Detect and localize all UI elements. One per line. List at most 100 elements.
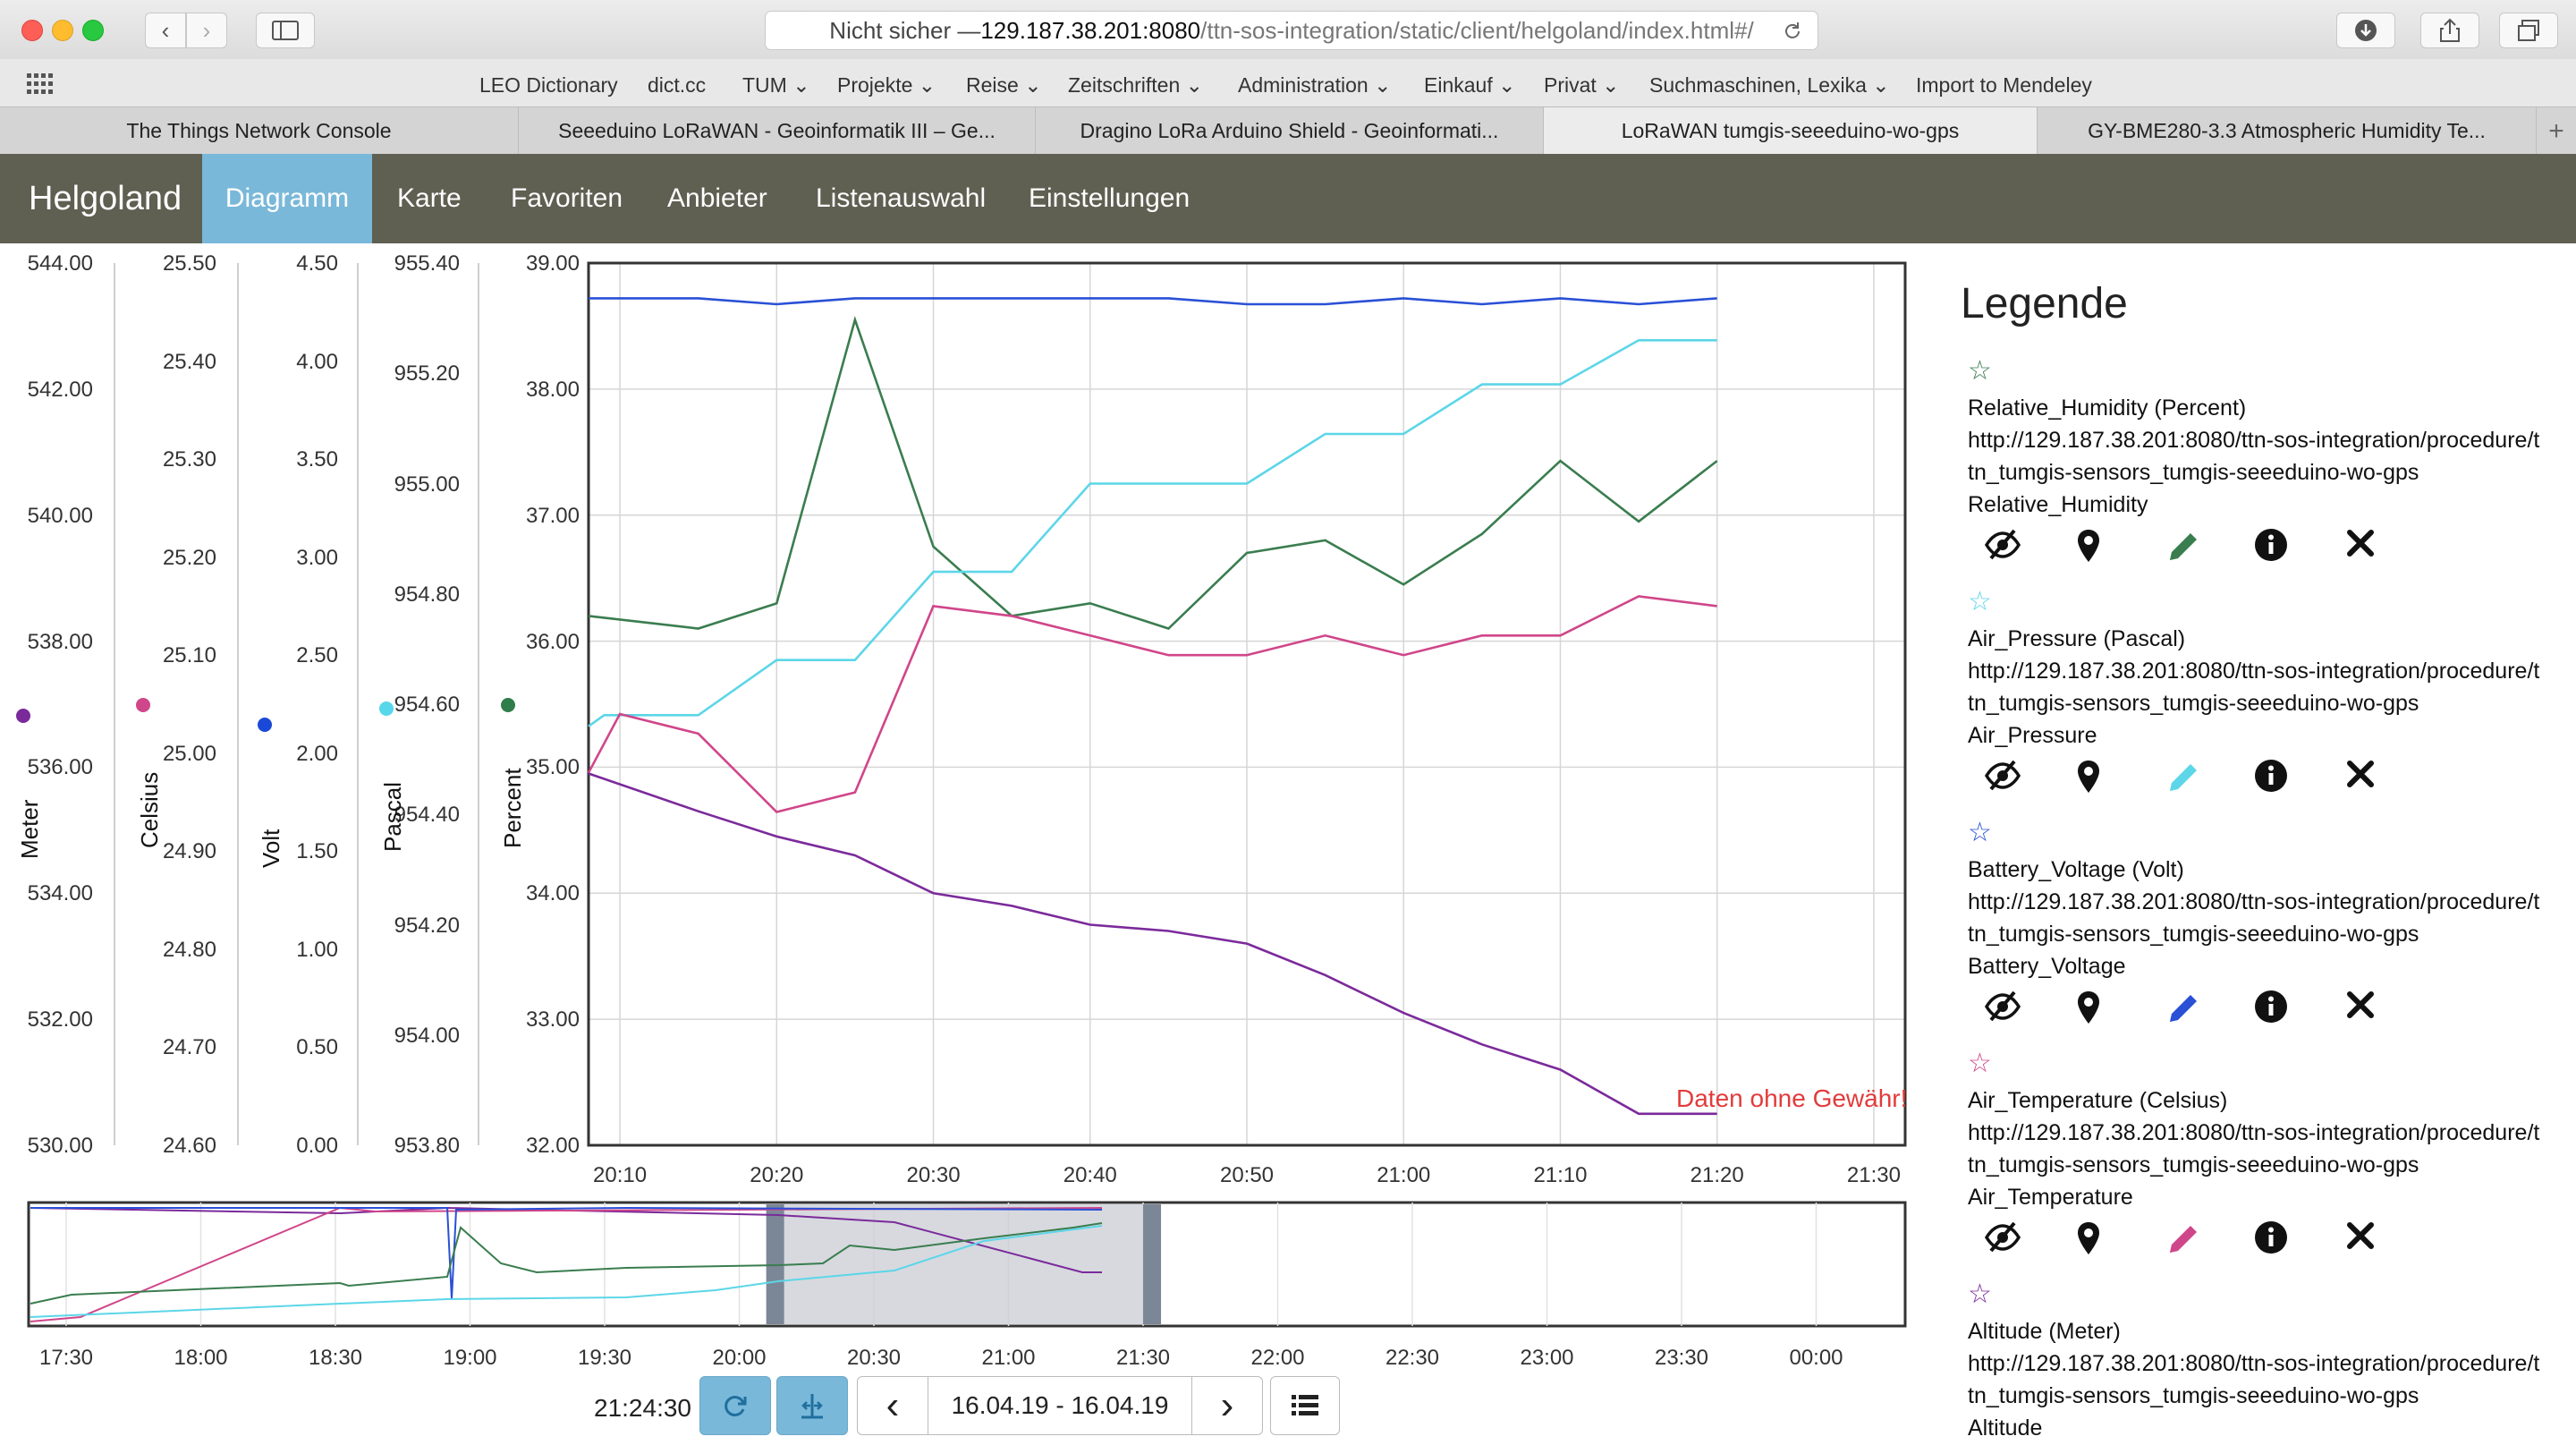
favorite-star-icon[interactable]: ☆	[1968, 589, 2576, 616]
bookmark-dictcc[interactable]: dict.cc	[648, 73, 706, 98]
legend-entry[interactable]: ☆ Air_Temperature (Celsius) http://129.187…	[1968, 1050, 2576, 1265]
bookmark-projekte[interactable]: Projekte ⌄	[837, 73, 936, 98]
x-tick-label: 20:20	[750, 1163, 804, 1187]
x-tick-label: 21:20	[1690, 1163, 1744, 1187]
bookmark-mendeley[interactable]: Import to Mendeley	[1916, 73, 2092, 98]
hide-icon[interactable]	[1984, 759, 2021, 802]
legend-procedure-url: http://129.187.38.201:8080/ttn-sos-integ…	[1968, 1351, 2540, 1408]
nav-anbieter[interactable]: Anbieter	[667, 154, 767, 243]
hide-icon[interactable]	[1984, 528, 2021, 571]
overview-tick-label: 18:30	[308, 1346, 363, 1370]
info-icon[interactable]	[2254, 528, 2288, 571]
brand-logo[interactable]: Helgoland	[29, 154, 182, 243]
legend-phenomenon: Relative_Humidity	[1968, 492, 2148, 517]
overview-tick-label: 23:30	[1654, 1346, 1709, 1370]
tab-label: GY-BME280-3.3 Atmospheric Humidity Te...	[2088, 119, 2486, 142]
nav-einstellungen[interactable]: Einstellungen	[1029, 154, 1190, 243]
location-icon[interactable]	[2075, 528, 2102, 573]
legend-actions	[1968, 990, 2576, 1034]
hide-icon[interactable]	[1984, 1220, 2021, 1263]
legend-series-name: Relative_Humidity (Percent)	[1968, 395, 2247, 421]
bookmark-suchmaschinen[interactable]: Suchmaschinen, Lexika ⌄	[1649, 73, 1890, 98]
main-chart[interactable]	[0, 243, 1914, 1445]
bookmark-leo[interactable]: LEO Dictionary	[479, 73, 618, 98]
overview-tick-label: 00:00	[1789, 1346, 1843, 1370]
zoom-window-button[interactable]	[82, 20, 104, 41]
legend-procedure-url: http://129.187.38.201:8080/ttn-sos-integ…	[1968, 889, 2540, 947]
legend-panel: Legende ☆ Relative_Humidity (Percent) http…	[1950, 268, 2576, 1445]
timespan-selector[interactable]: 16.04.19 - 16.04.19	[928, 1376, 1192, 1435]
sidebar-toggle-button[interactable]	[256, 13, 315, 48]
edit-icon[interactable]	[2165, 1220, 2202, 1267]
bookmark-tum[interactable]: TUM ⌄	[742, 73, 809, 98]
close-icon[interactable]	[2345, 990, 2376, 1029]
downloads-button[interactable]	[2336, 13, 2395, 48]
x-tick-label: 21:00	[1377, 1163, 1431, 1187]
list-icon	[1292, 1395, 1318, 1415]
close-icon[interactable]	[2345, 759, 2376, 798]
x-tick-label: 21:30	[1846, 1163, 1901, 1187]
refresh-icon	[724, 1396, 747, 1416]
bookmark-einkauf[interactable]: Einkauf ⌄	[1424, 73, 1515, 98]
tab-label: Dragino LoRa Arduino Shield - Geoinforma…	[1080, 119, 1499, 142]
nav-diagramm[interactable]: Diagramm	[202, 154, 372, 243]
browser-tab[interactable]: The Things Network Console	[0, 107, 519, 155]
tab-overview-button[interactable]	[2499, 13, 2558, 48]
refresh-button[interactable]	[699, 1376, 771, 1435]
browser-tab-active[interactable]: LoRaWAN tumgis-seeeduino-wo-gps	[1544, 107, 2038, 155]
location-icon[interactable]	[2075, 759, 2102, 803]
nav-listenauswahl[interactable]: Listenauswahl	[816, 154, 986, 243]
back-button[interactable]: ‹	[145, 13, 186, 48]
legend-series-name: Air_Temperature (Celsius)	[1968, 1088, 2228, 1113]
info-icon[interactable]	[2254, 990, 2288, 1033]
overview-tick-label: 22:30	[1385, 1346, 1440, 1370]
edit-icon[interactable]	[2165, 759, 2202, 805]
favorite-star-icon[interactable]: ☆	[1968, 820, 2576, 846]
legend-actions	[1968, 1220, 2576, 1265]
overview-selection	[775, 1204, 1153, 1324]
legend-entry[interactable]: ☆ Relative_Humidity (Percent) http://129.1…	[1968, 358, 2576, 573]
minimize-window-button[interactable]	[52, 20, 73, 41]
security-label: Nicht sicher —	[829, 16, 981, 44]
share-button[interactable]	[2420, 13, 2479, 48]
browser-tab[interactable]: GY-BME280-3.3 Atmospheric Humidity Te...	[2038, 107, 2537, 155]
title-bar: ‹ › Nicht sicher — 129.187.38.201:8080 /…	[0, 0, 2576, 59]
close-window-button[interactable]	[21, 20, 43, 41]
legend-entry[interactable]: ☆ Air_Pressure (Pascal) http://129.187.38.…	[1968, 589, 2576, 803]
next-timespan-button[interactable]: ›	[1191, 1376, 1263, 1435]
bookmark-reise[interactable]: Reise ⌄	[966, 73, 1041, 98]
zoom-icon	[801, 1394, 823, 1419]
legend-entry[interactable]: ☆ Battery_Voltage (Volt) http://129.187.38…	[1968, 820, 2576, 1034]
hide-icon[interactable]	[1984, 990, 2021, 1033]
diagram-area: 544.00 542.00 540.00 538.00 536.00 534.00 532.…	[0, 243, 1914, 1445]
browser-tab[interactable]: Seeeduino LoRaWAN - Geoinformatik III – …	[519, 107, 1036, 155]
favorite-star-icon[interactable]: ☆	[1968, 1281, 2576, 1308]
bookmark-privat[interactable]: Privat ⌄	[1544, 73, 1619, 98]
location-icon[interactable]	[2075, 990, 2102, 1034]
favorite-star-icon[interactable]: ☆	[1968, 358, 2576, 385]
close-icon[interactable]	[2345, 528, 2376, 567]
info-icon[interactable]	[2254, 1220, 2288, 1263]
list-view-button[interactable]	[1270, 1376, 1340, 1435]
location-icon[interactable]	[2075, 1220, 2102, 1265]
edit-icon[interactable]	[2165, 528, 2202, 574]
address-bar[interactable]: Nicht sicher — 129.187.38.201:8080 /ttn-…	[765, 11, 1818, 50]
bookmark-administration[interactable]: Administration ⌄	[1238, 73, 1391, 98]
reload-icon[interactable]	[1782, 21, 1803, 42]
previous-timespan-button[interactable]: ‹	[857, 1376, 928, 1435]
new-tab-button[interactable]: +	[2537, 107, 2576, 155]
browser-tab[interactable]: Dragino LoRa Arduino Shield - Geoinforma…	[1036, 107, 1544, 155]
info-icon[interactable]	[2254, 759, 2288, 802]
apps-grid-icon[interactable]	[27, 73, 54, 95]
current-time: 21:24:30	[594, 1394, 691, 1422]
favorite-star-icon[interactable]: ☆	[1968, 1050, 2576, 1077]
forward-button[interactable]: ›	[186, 13, 227, 48]
x-tick-label: 20:30	[906, 1163, 961, 1187]
nav-favoriten[interactable]: Favoriten	[511, 154, 623, 243]
zoom-reset-button[interactable]	[776, 1376, 848, 1435]
close-icon[interactable]	[2345, 1220, 2376, 1260]
edit-icon[interactable]	[2165, 990, 2202, 1036]
nav-karte[interactable]: Karte	[397, 154, 462, 243]
legend-entry[interactable]: ☆ Altitude (Meter) http://129.187.38.201:8…	[1968, 1281, 2576, 1444]
bookmark-zeitschriften[interactable]: Zeitschriften ⌄	[1068, 73, 1203, 98]
